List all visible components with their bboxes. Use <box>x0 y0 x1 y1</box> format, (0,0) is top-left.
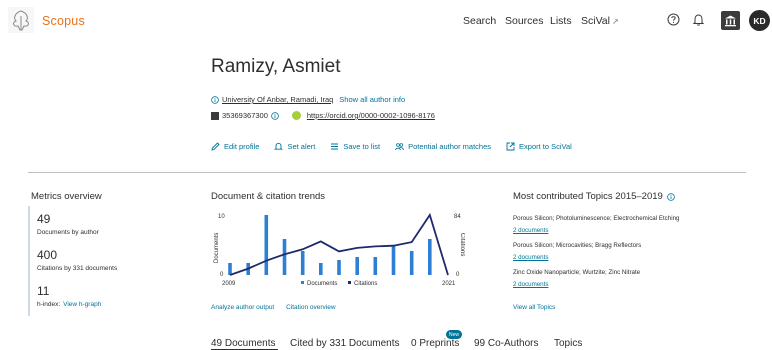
nav-search[interactable]: Search <box>463 15 496 27</box>
export-icon <box>506 142 515 151</box>
documents-count[interactable]: 49 <box>37 212 50 226</box>
y-axis-label: Documents <box>214 233 220 263</box>
document-bar[interactable] <box>355 257 359 275</box>
pencil-icon <box>211 142 220 151</box>
y2-tick-bottom: 0 <box>456 272 460 278</box>
show-all-author-info-link[interactable]: Show all author info <box>339 95 405 104</box>
potential-author-matches-button[interactable]: Potential author matches <box>395 142 491 151</box>
identifiers-row: 35369367300 https://orcid.org/0000-0002-… <box>211 111 435 120</box>
legend-citations-swatch <box>348 281 351 284</box>
info-icon[interactable] <box>667 192 675 201</box>
tab-cited-by[interactable]: Cited by 331 Documents <box>290 338 400 349</box>
document-bar[interactable] <box>391 245 396 275</box>
metrics-overview-title: Metrics overview <box>31 191 102 202</box>
scopus-id-icon <box>211 111 219 120</box>
save-to-list-label: Save to list <box>343 142 381 151</box>
h-index-value: 11 <box>37 284 50 298</box>
nav-sources[interactable]: Sources <box>505 15 544 27</box>
x-tick-start: 2009 <box>222 281 236 287</box>
legend-documents-swatch <box>301 281 304 284</box>
info-icon <box>211 95 219 104</box>
potential-author-matches-label: Potential author matches <box>408 142 492 151</box>
legend-documents-label: Documents <box>307 281 337 287</box>
document-bar[interactable] <box>264 215 269 275</box>
y2-tick-top: 84 <box>454 214 461 220</box>
citations-count[interactable]: 400 <box>37 248 57 262</box>
documents-count-label: Documents by author <box>37 229 99 236</box>
citation-overview-link[interactable]: Citation overview <box>286 304 336 311</box>
document-bar[interactable] <box>282 239 287 275</box>
document-citation-chart[interactable]: 10 0 84 0 Documents Citations 2009 2021 … <box>205 205 465 297</box>
y-tick-bottom: 0 <box>220 272 224 278</box>
elsevier-tree-icon[interactable] <box>8 7 34 33</box>
metrics-accent-bar <box>28 206 30 316</box>
info-icon[interactable] <box>271 111 279 120</box>
nav-scival[interactable]: SciVal ↗ <box>581 15 619 27</box>
x-tick-end: 2021 <box>442 281 456 287</box>
topic-name: Porous Silicon; Microcavities; Bragg Ref… <box>513 242 642 249</box>
help-icon[interactable] <box>667 13 680 26</box>
save-to-list-button[interactable]: Save to list <box>330 142 380 151</box>
export-to-scival-label: Export to SciVal <box>519 142 572 151</box>
bell-icon <box>274 142 284 150</box>
document-bar[interactable] <box>300 251 305 275</box>
y2-axis-label: Citations <box>459 233 465 256</box>
user-avatar[interactable]: KD <box>749 10 770 31</box>
document-bar[interactable] <box>409 251 414 275</box>
orcid-link[interactable]: https://orcid.org/0000-0002-1096-8176 <box>307 111 435 120</box>
people-icon <box>395 143 404 151</box>
export-to-scival-button[interactable]: Export to SciVal <box>506 142 572 151</box>
institution-icon <box>725 15 736 27</box>
scopus-logo-text[interactable]: Scopus <box>42 14 85 28</box>
h-index-label-row: h-index: View h-graph <box>37 301 101 308</box>
affiliation-row: University Of Anbar, Ramadi, Iraq Show a… <box>211 95 405 104</box>
bell-icon[interactable] <box>692 13 705 26</box>
tab-co-authors[interactable]: 99 Co-Authors <box>474 338 538 349</box>
new-badge: New <box>446 330 462 339</box>
set-alert-label: Set alert <box>287 142 316 151</box>
y-tick-top: 10 <box>218 214 225 220</box>
topic-documents-link[interactable]: 2 documents <box>513 254 548 261</box>
external-link-icon: ↗ <box>611 17 619 26</box>
nav-lists[interactable]: Lists <box>550 15 572 27</box>
author-name: Ramizy, Asmiet <box>211 56 341 77</box>
topic-documents-link[interactable]: 2 documents <box>513 281 548 288</box>
list-icon <box>331 143 339 150</box>
orcid-icon <box>291 111 301 120</box>
document-bar[interactable] <box>373 257 378 275</box>
nav-scival-label: SciVal <box>581 15 610 27</box>
document-bar[interactable] <box>228 263 232 275</box>
topics-title-row: Most contributed Topics 2015–2019 <box>513 191 675 202</box>
view-h-graph-link[interactable]: View h-graph <box>63 301 101 308</box>
author-id: 35369367300 <box>222 111 268 120</box>
chart-title: Document & citation trends <box>211 191 326 202</box>
section-divider <box>28 172 746 173</box>
set-alert-button[interactable]: Set alert <box>274 142 315 151</box>
citations-count-label: Citations by 331 documents <box>37 265 118 272</box>
document-bar[interactable] <box>428 239 432 275</box>
tab-topics[interactable]: Topics <box>554 338 582 349</box>
topic-name: Porous Silicon; Photoluminescence; Elect… <box>513 215 680 222</box>
chart-links: Analyze author output Citation overview <box>211 304 346 311</box>
tab-preprints[interactable]: 0 Preprints <box>411 338 459 349</box>
topic-name: Zinc Oxide Nanoparticle; Wurtzite; Zinc … <box>513 269 641 276</box>
analyze-author-output-link[interactable]: Analyze author output <box>211 304 274 311</box>
edit-profile-label: Edit profile <box>224 142 260 151</box>
view-all-topics-link[interactable]: View all Topics <box>513 304 555 311</box>
topic-documents-link[interactable]: 2 documents <box>513 227 548 234</box>
legend-citations-label: Citations <box>354 281 377 287</box>
topics-title: Most contributed Topics 2015–2019 <box>513 191 663 202</box>
institution-button[interactable] <box>721 11 740 30</box>
edit-profile-button[interactable]: Edit profile <box>211 142 259 151</box>
h-index-label: h-index: <box>37 301 61 308</box>
tab-documents[interactable]: 49 Documents <box>211 338 275 349</box>
profile-actions: Edit profile Set alert Save to list Pote… <box>211 142 587 151</box>
document-bar[interactable] <box>319 263 323 275</box>
affiliation-text[interactable]: University Of Anbar, Ramadi, Iraq <box>222 95 333 104</box>
document-bar[interactable] <box>337 260 341 275</box>
